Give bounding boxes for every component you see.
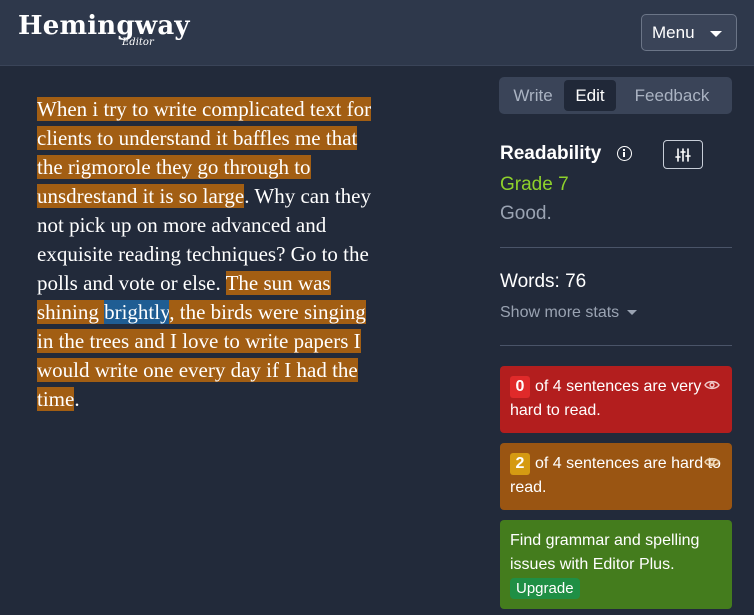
info-icon[interactable] xyxy=(617,146,632,161)
show-more-stats-link[interactable]: Show more stats xyxy=(500,304,638,322)
sliders-icon xyxy=(675,147,691,162)
grade-description: Good. xyxy=(500,203,552,224)
readability-settings-button[interactable] xyxy=(663,140,703,169)
header-bar: Hemingway Editor Menu xyxy=(0,0,754,66)
adverb-highlight[interactable]: brightly xyxy=(104,300,170,324)
readability-heading: Readability xyxy=(500,143,602,164)
tab-feedback[interactable]: Feedback xyxy=(616,80,728,111)
eye-icon[interactable] xyxy=(704,456,720,468)
hard-count-badge: 2 xyxy=(510,453,530,475)
grade-level: Grade 7 xyxy=(500,174,569,195)
editor-plus-text: Find grammar and spelling issues with Ed… xyxy=(510,532,700,573)
eye-icon[interactable] xyxy=(704,379,720,391)
menu-label: Menu xyxy=(652,22,695,42)
hard-sentences-card[interactable]: 2 of 4 sentences are hard to read. xyxy=(500,443,732,510)
chevron-down-icon xyxy=(627,310,638,316)
show-more-stats-label: Show more stats xyxy=(500,304,620,321)
upgrade-button[interactable]: Upgrade xyxy=(510,578,580,599)
tab-edit[interactable]: Edit xyxy=(564,80,616,111)
hard-card-text: of 4 sentences are hard to read. xyxy=(510,455,721,496)
mode-tabs: Write Edit Feedback xyxy=(499,77,732,114)
hemingway-logo[interactable]: Hemingway Editor xyxy=(18,10,190,48)
very-hard-sentences-card[interactable]: 0 of 4 sentences are very hard to read. xyxy=(500,366,732,433)
divider xyxy=(500,247,732,248)
very-hard-card-text: of 4 sentences are very hard to read. xyxy=(510,378,702,419)
tab-write[interactable]: Write xyxy=(502,80,564,111)
logo-main-text: Hemingway xyxy=(18,11,190,41)
logo-sub-text: Editor xyxy=(122,37,154,48)
editor-text-area[interactable]: When i try to write complicated text for… xyxy=(37,95,382,414)
word-count: Words: 76 xyxy=(500,271,587,292)
menu-button[interactable]: Menu xyxy=(641,14,737,51)
chevron-down-icon xyxy=(710,31,722,37)
very-hard-count-badge: 0 xyxy=(510,376,530,398)
divider xyxy=(500,345,732,346)
plain-text: . xyxy=(74,387,80,411)
editor-plus-card: Find grammar and spelling issues with Ed… xyxy=(500,520,732,609)
